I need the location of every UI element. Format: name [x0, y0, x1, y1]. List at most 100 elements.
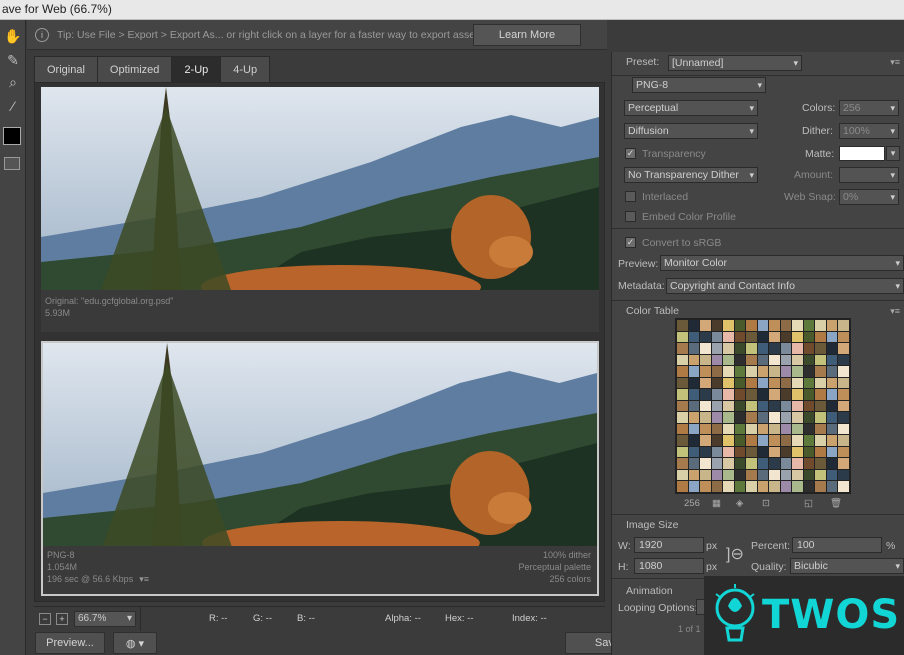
- color-swatch[interactable]: [723, 446, 734, 458]
- transparency-dither-select[interactable]: No Transparency Dither ▾: [624, 167, 758, 183]
- color-swatch[interactable]: [769, 320, 780, 331]
- color-swatch[interactable]: [746, 458, 757, 469]
- web-snap-select[interactable]: 0% ▾: [839, 189, 899, 205]
- preview-button[interactable]: Preview...: [35, 632, 105, 654]
- color-swatch[interactable]: [677, 320, 688, 331]
- color-swatch[interactable]: [711, 389, 723, 400]
- color-swatch[interactable]: [688, 343, 700, 354]
- color-swatch[interactable]: [700, 389, 711, 400]
- color-swatch[interactable]: [711, 343, 723, 354]
- toggle-slices-icon[interactable]: [4, 157, 20, 170]
- color-swatch[interactable]: [792, 446, 803, 458]
- color-swatch[interactable]: [826, 366, 838, 377]
- color-swatch[interactable]: [700, 320, 711, 331]
- color-swatch[interactable]: [757, 458, 769, 469]
- color-swatch[interactable]: [803, 354, 815, 366]
- color-swatch[interactable]: [723, 331, 734, 343]
- color-swatch[interactable]: [792, 469, 803, 481]
- color-swatch[interactable]: [700, 446, 711, 458]
- color-swatch[interactable]: [815, 343, 826, 354]
- color-swatch[interactable]: [677, 343, 688, 354]
- file-format-select[interactable]: PNG-8 ▾: [632, 77, 766, 93]
- color-swatch[interactable]: [723, 469, 734, 481]
- color-swatch[interactable]: [780, 354, 792, 366]
- color-swatch[interactable]: [757, 435, 769, 446]
- color-swatch[interactable]: [815, 389, 826, 400]
- color-swatch[interactable]: [780, 423, 792, 435]
- color-swatch[interactable]: [723, 366, 734, 377]
- color-swatch[interactable]: [838, 366, 849, 377]
- color-swatch[interactable]: [757, 343, 769, 354]
- color-swatch[interactable]: [803, 435, 815, 446]
- color-swatch[interactable]: [792, 435, 803, 446]
- colors-select[interactable]: 256 ▾: [839, 100, 899, 116]
- color-swatch[interactable]: [688, 354, 700, 366]
- color-swatch[interactable]: [746, 412, 757, 423]
- color-swatch[interactable]: [746, 423, 757, 435]
- color-swatch[interactable]: [711, 377, 723, 389]
- color-swatch[interactable]: [826, 435, 838, 446]
- color-swatch[interactable]: [746, 343, 757, 354]
- color-swatch[interactable]: [826, 389, 838, 400]
- lock-color-icon[interactable]: ⊡: [762, 498, 770, 509]
- color-swatch[interactable]: [780, 389, 792, 400]
- tab-original[interactable]: Original: [34, 56, 98, 82]
- color-swatch[interactable]: [780, 343, 792, 354]
- color-swatch[interactable]: [780, 412, 792, 423]
- color-swatch[interactable]: [780, 331, 792, 343]
- color-swatch[interactable]: [815, 377, 826, 389]
- color-swatch[interactable]: [757, 481, 769, 492]
- color-swatch[interactable]: [677, 331, 688, 343]
- color-swatch[interactable]: [723, 320, 734, 331]
- color-swatch[interactable]: [769, 366, 780, 377]
- color-swatch[interactable]: [815, 320, 826, 331]
- color-swatch[interactable]: [815, 481, 826, 492]
- color-swatch[interactable]: [746, 377, 757, 389]
- color-swatch[interactable]: [711, 446, 723, 458]
- color-swatch[interactable]: [746, 366, 757, 377]
- color-swatch[interactable]: [723, 423, 734, 435]
- new-color-icon[interactable]: ◱: [804, 498, 813, 509]
- embed-profile-checkbox[interactable]: [625, 211, 636, 222]
- color-swatch[interactable]: [734, 354, 746, 366]
- color-swatch[interactable]: [711, 423, 723, 435]
- color-swatch[interactable]: [734, 320, 746, 331]
- color-swatch[interactable]: [688, 481, 700, 492]
- color-swatch[interactable]: [769, 469, 780, 481]
- original-pane[interactable]: Original: "edu.gcfglobal.org.psd" 5.93M: [41, 87, 599, 332]
- color-swatch[interactable]: [688, 331, 700, 343]
- download-speed-menu-icon[interactable]: ▾≡: [139, 573, 149, 585]
- hand-tool-icon[interactable]: ✋: [3, 26, 23, 46]
- color-swatch[interactable]: [826, 320, 838, 331]
- color-swatch[interactable]: [688, 446, 700, 458]
- color-swatch[interactable]: [711, 320, 723, 331]
- color-swatch[interactable]: [826, 412, 838, 423]
- web-shift-icon[interactable]: ◈: [736, 498, 743, 509]
- color-swatch[interactable]: [815, 446, 826, 458]
- color-swatch[interactable]: [734, 343, 746, 354]
- preset-select[interactable]: [Unnamed] ▾: [668, 55, 802, 71]
- dither-amount-select[interactable]: 100% ▾: [839, 123, 899, 139]
- color-swatch[interactable]: [803, 446, 815, 458]
- color-swatch[interactable]: [700, 354, 711, 366]
- color-table-menu-icon[interactable]: ▾≡: [890, 306, 900, 317]
- color-swatch[interactable]: [746, 400, 757, 412]
- color-swatch[interactable]: [815, 423, 826, 435]
- color-swatch[interactable]: [746, 469, 757, 481]
- color-swatch[interactable]: [746, 446, 757, 458]
- color-swatch[interactable]: [792, 343, 803, 354]
- map-to-transparent-icon[interactable]: ▦: [712, 498, 721, 509]
- color-swatch[interactable]: [826, 400, 838, 412]
- color-swatch[interactable]: [838, 343, 849, 354]
- color-swatch[interactable]: [792, 377, 803, 389]
- color-swatch[interactable]: [688, 377, 700, 389]
- color-swatch[interactable]: [815, 400, 826, 412]
- color-swatch[interactable]: [688, 389, 700, 400]
- color-swatch[interactable]: [677, 469, 688, 481]
- metadata-select[interactable]: Copyright and Contact Info ▾: [666, 278, 904, 294]
- color-swatch[interactable]: [688, 435, 700, 446]
- color-swatch[interactable]: [815, 366, 826, 377]
- color-swatch[interactable]: [723, 400, 734, 412]
- color-swatch[interactable]: [677, 435, 688, 446]
- color-swatch[interactable]: [838, 481, 849, 492]
